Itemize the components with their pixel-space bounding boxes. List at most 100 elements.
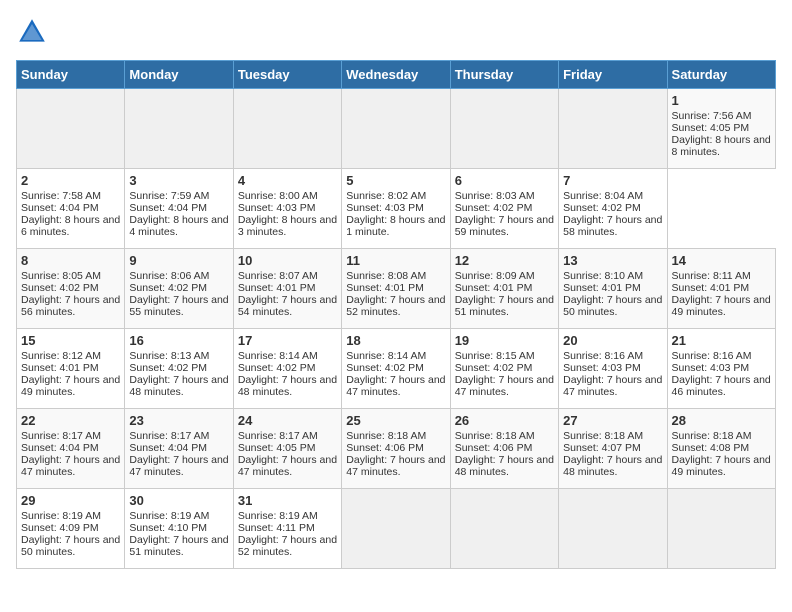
day-number: 25 xyxy=(346,413,445,428)
sunrise: Sunrise: 8:05 AM xyxy=(21,270,101,282)
sunset: Sunset: 4:04 PM xyxy=(21,442,99,454)
sunrise: Sunrise: 8:02 AM xyxy=(346,190,426,202)
sunset: Sunset: 4:04 PM xyxy=(129,202,207,214)
calendar-cell: 24 Sunrise: 8:17 AM Sunset: 4:05 PM Dayl… xyxy=(233,409,341,489)
calendar-cell: 3 Sunrise: 7:59 AM Sunset: 4:04 PM Dayli… xyxy=(125,169,233,249)
day-number: 16 xyxy=(129,333,228,348)
sunset: Sunset: 4:10 PM xyxy=(129,522,207,534)
sunrise: Sunrise: 8:10 AM xyxy=(563,270,643,282)
sunset: Sunset: 4:02 PM xyxy=(21,282,99,294)
calendar-cell: 9 Sunrise: 8:06 AM Sunset: 4:02 PM Dayli… xyxy=(125,249,233,329)
day-number: 28 xyxy=(672,413,771,428)
daylight: Daylight: 7 hours and 47 minutes. xyxy=(129,454,228,478)
calendar-cell: 13 Sunrise: 8:10 AM Sunset: 4:01 PM Dayl… xyxy=(559,249,667,329)
daylight: Daylight: 7 hours and 52 minutes. xyxy=(238,534,337,558)
sunrise: Sunrise: 8:00 AM xyxy=(238,190,318,202)
sunset: Sunset: 4:02 PM xyxy=(129,282,207,294)
daylight: Daylight: 7 hours and 48 minutes. xyxy=(129,374,228,398)
day-number: 10 xyxy=(238,253,337,268)
day-number: 5 xyxy=(346,173,445,188)
calendar-cell: 22 Sunrise: 8:17 AM Sunset: 4:04 PM Dayl… xyxy=(17,409,125,489)
calendar-cell: 6 Sunrise: 8:03 AM Sunset: 4:02 PM Dayli… xyxy=(450,169,558,249)
sunrise: Sunrise: 8:16 AM xyxy=(563,350,643,362)
sunset: Sunset: 4:02 PM xyxy=(563,202,641,214)
daylight: Daylight: 7 hours and 47 minutes. xyxy=(21,454,120,478)
day-number: 6 xyxy=(455,173,554,188)
calendar-cell: 16 Sunrise: 8:13 AM Sunset: 4:02 PM Dayl… xyxy=(125,329,233,409)
day-number: 31 xyxy=(238,493,337,508)
calendar-cell: 17 Sunrise: 8:14 AM Sunset: 4:02 PM Dayl… xyxy=(233,329,341,409)
sunset: Sunset: 4:05 PM xyxy=(672,122,750,134)
day-header-tuesday: Tuesday xyxy=(233,61,341,89)
day-number: 12 xyxy=(455,253,554,268)
calendar-cell xyxy=(125,89,233,169)
sunset: Sunset: 4:06 PM xyxy=(346,442,424,454)
sunset: Sunset: 4:03 PM xyxy=(346,202,424,214)
daylight: Daylight: 7 hours and 48 minutes. xyxy=(455,454,554,478)
calendar-cell: 11 Sunrise: 8:08 AM Sunset: 4:01 PM Dayl… xyxy=(342,249,450,329)
sunrise: Sunrise: 7:59 AM xyxy=(129,190,209,202)
daylight: Daylight: 7 hours and 47 minutes. xyxy=(455,374,554,398)
daylight: Daylight: 8 hours and 1 minute. xyxy=(346,214,445,238)
sunset: Sunset: 4:06 PM xyxy=(455,442,533,454)
calendar-cell xyxy=(559,489,667,569)
sunrise: Sunrise: 8:15 AM xyxy=(455,350,535,362)
calendar-cell: 29 Sunrise: 8:19 AM Sunset: 4:09 PM Dayl… xyxy=(17,489,125,569)
calendar-cell: 5 Sunrise: 8:02 AM Sunset: 4:03 PM Dayli… xyxy=(342,169,450,249)
calendar-week-row: 8 Sunrise: 8:05 AM Sunset: 4:02 PM Dayli… xyxy=(17,249,776,329)
calendar-cell xyxy=(559,89,667,169)
sunset: Sunset: 4:02 PM xyxy=(346,362,424,374)
calendar-cell: 31 Sunrise: 8:19 AM Sunset: 4:11 PM Dayl… xyxy=(233,489,341,569)
calendar-cell xyxy=(450,89,558,169)
sunrise: Sunrise: 8:08 AM xyxy=(346,270,426,282)
daylight: Daylight: 7 hours and 46 minutes. xyxy=(672,374,771,398)
sunrise: Sunrise: 8:17 AM xyxy=(21,430,101,442)
calendar-cell: 12 Sunrise: 8:09 AM Sunset: 4:01 PM Dayl… xyxy=(450,249,558,329)
sunrise: Sunrise: 8:17 AM xyxy=(129,430,209,442)
sunset: Sunset: 4:05 PM xyxy=(238,442,316,454)
page-header xyxy=(16,16,776,48)
day-number: 29 xyxy=(21,493,120,508)
sunset: Sunset: 4:01 PM xyxy=(455,282,533,294)
sunset: Sunset: 4:02 PM xyxy=(238,362,316,374)
calendar-header-row: SundayMondayTuesdayWednesdayThursdayFrid… xyxy=(17,61,776,89)
logo xyxy=(16,16,52,48)
calendar-cell: 18 Sunrise: 8:14 AM Sunset: 4:02 PM Dayl… xyxy=(342,329,450,409)
sunrise: Sunrise: 8:06 AM xyxy=(129,270,209,282)
calendar-cell: 8 Sunrise: 8:05 AM Sunset: 4:02 PM Dayli… xyxy=(17,249,125,329)
day-header-saturday: Saturday xyxy=(667,61,775,89)
sunrise: Sunrise: 8:19 AM xyxy=(238,510,318,522)
sunset: Sunset: 4:03 PM xyxy=(563,362,641,374)
daylight: Daylight: 7 hours and 56 minutes. xyxy=(21,294,120,318)
daylight: Daylight: 7 hours and 47 minutes. xyxy=(346,374,445,398)
day-number: 4 xyxy=(238,173,337,188)
daylight: Daylight: 8 hours and 3 minutes. xyxy=(238,214,337,238)
calendar-week-row: 2 Sunrise: 7:58 AM Sunset: 4:04 PM Dayli… xyxy=(17,169,776,249)
calendar-table: SundayMondayTuesdayWednesdayThursdayFrid… xyxy=(16,60,776,569)
daylight: Daylight: 7 hours and 48 minutes. xyxy=(563,454,662,478)
calendar-cell: 14 Sunrise: 8:11 AM Sunset: 4:01 PM Dayl… xyxy=(667,249,775,329)
calendar-cell: 26 Sunrise: 8:18 AM Sunset: 4:06 PM Dayl… xyxy=(450,409,558,489)
sunrise: Sunrise: 7:56 AM xyxy=(672,110,752,122)
sunset: Sunset: 4:02 PM xyxy=(129,362,207,374)
sunrise: Sunrise: 8:13 AM xyxy=(129,350,209,362)
day-number: 11 xyxy=(346,253,445,268)
sunrise: Sunrise: 8:18 AM xyxy=(563,430,643,442)
sunrise: Sunrise: 8:19 AM xyxy=(129,510,209,522)
calendar-cell: 7 Sunrise: 8:04 AM Sunset: 4:02 PM Dayli… xyxy=(559,169,667,249)
day-number: 13 xyxy=(563,253,662,268)
day-number: 18 xyxy=(346,333,445,348)
sunrise: Sunrise: 8:11 AM xyxy=(672,270,751,282)
daylight: Daylight: 7 hours and 48 minutes. xyxy=(238,374,337,398)
calendar-week-row: 22 Sunrise: 8:17 AM Sunset: 4:04 PM Dayl… xyxy=(17,409,776,489)
day-header-thursday: Thursday xyxy=(450,61,558,89)
sunrise: Sunrise: 8:16 AM xyxy=(672,350,752,362)
calendar-cell: 19 Sunrise: 8:15 AM Sunset: 4:02 PM Dayl… xyxy=(450,329,558,409)
sunrise: Sunrise: 8:07 AM xyxy=(238,270,318,282)
calendar-cell: 25 Sunrise: 8:18 AM Sunset: 4:06 PM Dayl… xyxy=(342,409,450,489)
calendar-cell xyxy=(233,89,341,169)
sunrise: Sunrise: 8:18 AM xyxy=(346,430,426,442)
calendar-cell: 1 Sunrise: 7:56 AM Sunset: 4:05 PM Dayli… xyxy=(667,89,775,169)
daylight: Daylight: 8 hours and 4 minutes. xyxy=(129,214,228,238)
day-number: 26 xyxy=(455,413,554,428)
